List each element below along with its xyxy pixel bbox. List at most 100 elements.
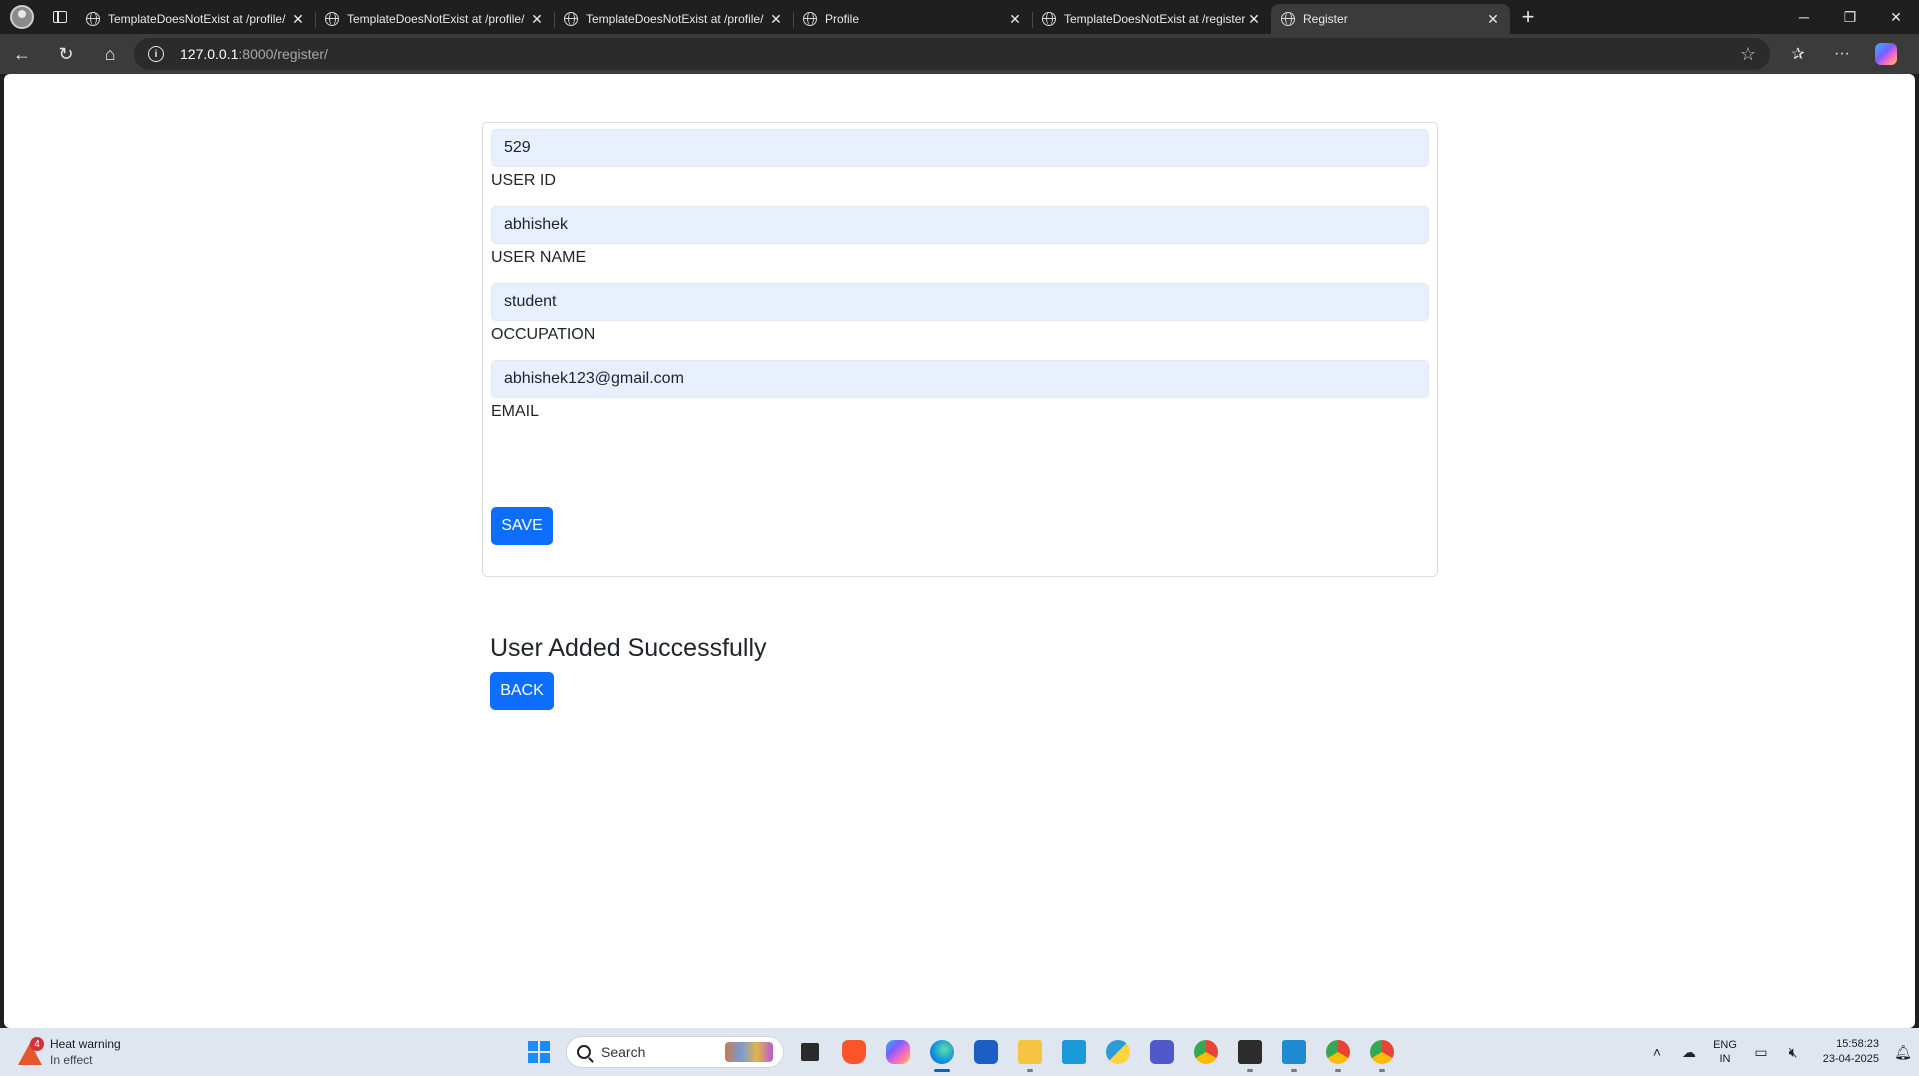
close-icon[interactable]: ✕ <box>289 11 307 28</box>
back-arrow-icon[interactable]: ← <box>0 34 44 74</box>
globe-icon <box>1281 12 1295 26</box>
occupation-field: student OCCUPATION <box>491 283 1429 344</box>
brave-icon <box>842 1040 866 1064</box>
toolbar-right-buttons: ✰ ··· <box>1776 34 1908 74</box>
reload-icon[interactable]: ↻ <box>44 34 88 74</box>
new-tab-button[interactable]: + <box>1510 0 1546 34</box>
taskbar: 4 Heat warning In effect Search ˄ ☁ ENG … <box>0 1028 1919 1076</box>
chrome-app[interactable] <box>1184 1034 1228 1070</box>
chrome-profile-app-2[interactable] <box>1360 1034 1404 1072</box>
vscode-app[interactable] <box>1272 1034 1316 1072</box>
edge-icon <box>930 1040 954 1064</box>
tab-active[interactable]: Register ✕ <box>1271 4 1510 34</box>
chrome-profile-icon <box>1326 1040 1350 1064</box>
task-view-button[interactable] <box>788 1034 832 1070</box>
more-menu-icon[interactable]: ··· <box>1820 34 1864 74</box>
vscode-icon <box>1282 1040 1306 1064</box>
user-name-field: abhishek USER NAME <box>491 206 1429 267</box>
search-icon <box>577 1045 591 1059</box>
tab[interactable]: Profile ✕ <box>793 4 1032 34</box>
email-input[interactable]: abhishek123@gmail.com <box>491 360 1429 398</box>
url-host: 127.0.0.1 <box>180 46 239 62</box>
tab-title: TemplateDoesNotExist at /register/ <box>1064 12 1245 26</box>
window-controls: ─ ❐ ✕ <box>1781 0 1919 34</box>
email-label: EMAIL <box>491 403 540 420</box>
restore-icon[interactable]: ❐ <box>1827 0 1873 34</box>
file-explorer-app[interactable] <box>1008 1034 1052 1072</box>
time-text: 15:58:23 <box>1836 1038 1879 1050</box>
globe-icon <box>803 12 817 26</box>
tab[interactable]: TemplateDoesNotExist at /profile/ ✕ <box>315 4 554 34</box>
language-indicator[interactable]: ENG IN <box>1705 1038 1745 1066</box>
python-app[interactable] <box>1096 1034 1140 1070</box>
network-icon[interactable]: ▭ <box>1745 1044 1777 1061</box>
store-icon <box>974 1040 998 1064</box>
tab-actions-button[interactable] <box>44 0 76 34</box>
system-tray: ˄ ☁ ENG IN ▭ 🔇︎ 15:58:23 23-04-2025 🔔︎ <box>1641 1028 1919 1076</box>
success-message: User Added Successfully <box>490 634 767 662</box>
brave-app[interactable] <box>832 1034 876 1070</box>
mysql-app[interactable] <box>1052 1034 1096 1070</box>
register-form-card: 529 USER ID abhishek USER NAME student O… <box>482 122 1438 577</box>
chrome-icon <box>1194 1040 1218 1064</box>
weather-subtitle: In effect <box>50 1053 93 1067</box>
language-code: ENG <box>1713 1039 1737 1051</box>
close-icon[interactable]: ✕ <box>1006 11 1024 28</box>
notification-badge: 4 <box>30 1037 44 1051</box>
heat-warning-icon: 4 <box>18 1037 44 1065</box>
weather-widget[interactable]: 4 Heat warning In effect <box>18 1036 121 1068</box>
volume-muted-icon[interactable]: 🔇︎ <box>1777 1044 1809 1061</box>
close-icon[interactable]: ✕ <box>767 11 785 28</box>
globe-icon <box>86 12 100 26</box>
mysql-icon <box>1062 1040 1086 1064</box>
favorite-star-icon[interactable]: ☆ <box>1740 44 1756 65</box>
copilot-app[interactable] <box>876 1034 920 1070</box>
minimize-icon[interactable]: ─ <box>1781 0 1827 34</box>
profile-button[interactable] <box>0 0 44 34</box>
address-bar[interactable]: i 127.0.0.1 :8000/register/ ☆ <box>134 38 1770 70</box>
chevron-up-icon[interactable]: ˄ <box>1641 1044 1673 1060</box>
close-icon[interactable]: ✕ <box>1245 11 1263 28</box>
email-field: abhishek123@gmail.com EMAIL <box>491 360 1429 421</box>
globe-icon <box>1042 12 1056 26</box>
region-code: IN <box>1719 1053 1731 1065</box>
close-window-icon[interactable]: ✕ <box>1873 0 1919 34</box>
occupation-input[interactable]: student <box>491 283 1429 321</box>
page-viewport: 529 USER ID abhishek USER NAME student O… <box>4 74 1915 1028</box>
terminal-app[interactable] <box>1228 1034 1272 1072</box>
copilot-icon <box>1875 43 1897 65</box>
copilot-button[interactable] <box>1864 34 1908 74</box>
clock[interactable]: 15:58:23 23-04-2025 <box>1809 1037 1879 1067</box>
python-icon <box>1106 1040 1130 1064</box>
taskbar-search[interactable]: Search <box>566 1036 784 1068</box>
globe-icon <box>564 12 578 26</box>
close-icon[interactable]: ✕ <box>1484 11 1502 28</box>
back-button[interactable]: BACK <box>490 672 554 710</box>
home-icon[interactable]: ⌂ <box>88 34 132 74</box>
start-button[interactable] <box>528 1041 550 1063</box>
browser-toolbar: ← ↻ ⌂ i 127.0.0.1 :8000/register/ ☆ ✰ ··… <box>0 34 1919 74</box>
tab[interactable]: TemplateDoesNotExist at /profile/ ✕ <box>554 4 793 34</box>
user-name-label: USER NAME <box>491 249 587 266</box>
tab-title: TemplateDoesNotExist at /profile/ <box>108 12 286 26</box>
edge-app[interactable] <box>920 1034 964 1072</box>
user-id-input[interactable]: 529 <box>491 129 1429 167</box>
chrome-profile-app[interactable] <box>1316 1034 1360 1072</box>
tab-strip: TemplateDoesNotExist at /profile/ ✕ Temp… <box>0 0 1919 34</box>
avatar <box>10 5 34 29</box>
task-view-icon <box>801 1043 819 1061</box>
user-id-field: 529 USER ID <box>491 129 1429 190</box>
store-app[interactable] <box>964 1034 1008 1070</box>
favorites-icon[interactable]: ✰ <box>1776 34 1820 74</box>
tab[interactable]: TemplateDoesNotExist at /register/ ✕ <box>1032 4 1271 34</box>
save-button[interactable]: SAVE <box>491 507 553 545</box>
cloud-offline-icon[interactable]: ☁ <box>1673 1044 1705 1061</box>
tab-title: TemplateDoesNotExist at /profile/ <box>347 12 525 26</box>
close-icon[interactable]: ✕ <box>528 11 546 28</box>
user-name-input[interactable]: abhishek <box>491 206 1429 244</box>
site-info-icon[interactable]: i <box>148 46 164 62</box>
occupation-label: OCCUPATION <box>491 326 596 343</box>
tab[interactable]: TemplateDoesNotExist at /profile/ ✕ <box>76 4 315 34</box>
notification-icon[interactable]: 🔔︎ <box>1887 1044 1919 1061</box>
teams-app[interactable] <box>1140 1034 1184 1070</box>
